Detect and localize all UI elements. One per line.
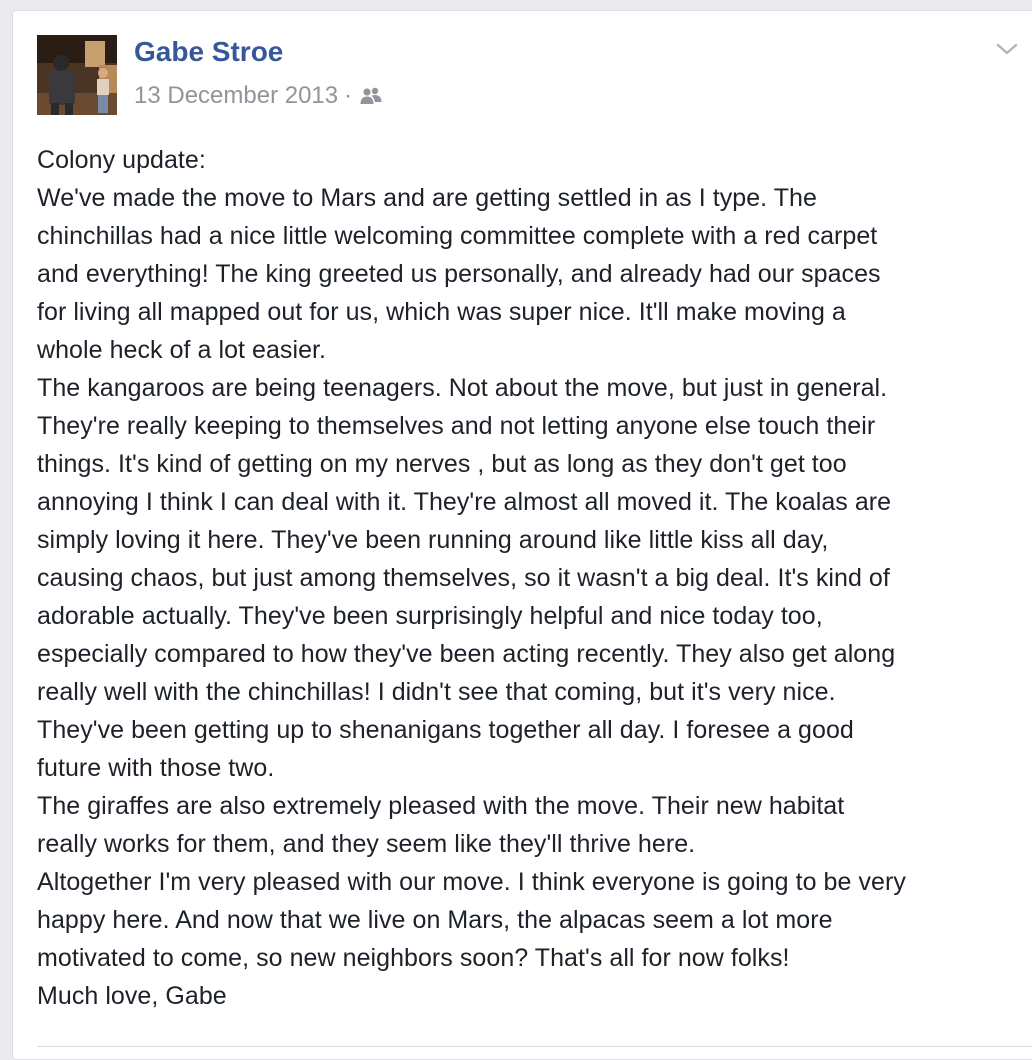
post-line: happy here. And now that we live on Mars…: [37, 906, 833, 934]
post-line: and everything! The king greeted us pers…: [37, 260, 881, 288]
post-line: Altogether I'm very pleased with our mov…: [37, 868, 906, 896]
post-line: They've been getting up to shenanigans t…: [37, 716, 854, 744]
post-divider: [37, 1046, 1032, 1047]
post-card: Gabe Stroe 13 December 2013 · Colony upd…: [12, 10, 1032, 1060]
post-line: Colony update:: [37, 146, 206, 174]
post-line: whole heck of a lot easier.: [37, 336, 327, 364]
post-line: We've made the move to Mars and are gett…: [37, 184, 817, 212]
post-body-text: Colony update: We've made the move to Ma…: [37, 141, 1027, 1015]
chevron-down-icon[interactable]: [995, 39, 1019, 59]
author-avatar[interactable]: [37, 35, 117, 115]
post-line: for living all mapped out for us, which …: [37, 298, 846, 326]
post-line: really works for them, and they seem lik…: [37, 830, 696, 858]
post-timestamp[interactable]: 13 December 2013: [134, 82, 338, 110]
post-line: really well with the chinchillas! I didn…: [37, 678, 836, 706]
post-line: things. It's kind of getting on my nerve…: [37, 450, 847, 478]
post-line: future with those two.: [37, 754, 275, 782]
post-line: motivated to come, so new neighbors soon…: [37, 944, 790, 972]
post-line: adorable actually. They've been surprisi…: [37, 602, 823, 630]
post-line: simply loving it here. They've been runn…: [37, 526, 829, 554]
meta-separator: ·: [344, 82, 353, 109]
post-line: chinchillas had a nice little welcoming …: [37, 222, 878, 250]
post-line: causing chaos, but just among themselves…: [37, 564, 890, 592]
friends-icon[interactable]: [360, 86, 382, 106]
post-line: annoying I think I can deal with it. The…: [37, 488, 892, 516]
post-line: The giraffes are also extremely pleased …: [37, 792, 845, 820]
post-line: They're really keeping to themselves and…: [37, 412, 876, 440]
avatar-photo: [37, 35, 117, 115]
post-line: Much love, Gabe: [37, 982, 227, 1010]
post-line: The kangaroos are being teenagers. Not a…: [37, 374, 888, 402]
post-meta: 13 December 2013 ·: [134, 81, 382, 111]
post-line: especially compared to how they've been …: [37, 640, 896, 668]
author-name-link[interactable]: Gabe Stroe: [134, 36, 283, 68]
